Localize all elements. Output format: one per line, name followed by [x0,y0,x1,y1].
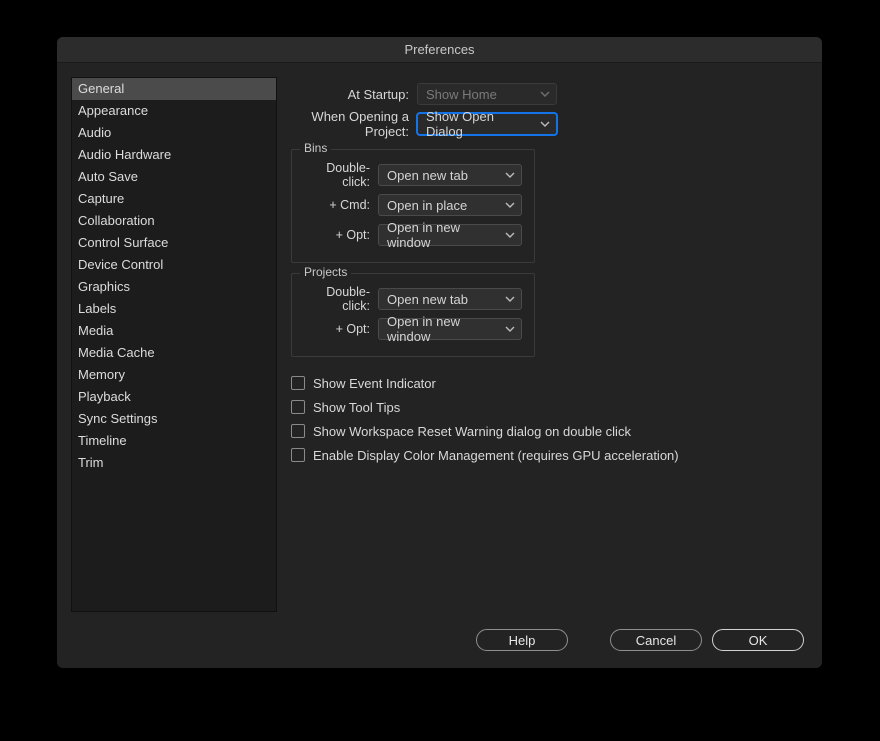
checkbox[interactable] [291,424,305,438]
bins-title: Bins [300,141,331,155]
sidebar-item-audio[interactable]: Audio [72,122,276,144]
at-startup-value: Show Home [426,87,497,102]
bins-cmd-label: + Cmd: [304,198,378,212]
bins-cmd-row: + Cmd: Open in place [304,190,522,220]
cancel-button[interactable]: Cancel [610,629,702,651]
projects-opt-dropdown[interactable]: Open in new window [378,318,522,340]
checkbox-list: Show Event Indicator Show Tool Tips Show W… [291,371,808,467]
checkbox[interactable] [291,400,305,414]
checkbox-label: Show Event Indicator [313,376,436,391]
projects-group: Projects Double-click: Open new tab + Op… [291,273,535,357]
projects-title: Projects [300,265,351,279]
preferences-window: Preferences GeneralAppearanceAudioAudio … [57,37,822,668]
bins-double-click-dropdown[interactable]: Open new tab [378,164,522,186]
checkbox-row: Show Event Indicator [291,371,808,395]
open-project-value: Show Open Dialog [426,109,534,139]
chevron-down-icon [505,230,515,240]
checkbox[interactable] [291,448,305,462]
bins-double-click-value: Open new tab [387,168,468,183]
bins-double-click-row: Double-click: Open new tab [304,160,522,190]
bins-group: Bins Double-click: Open new tab + Cmd: O… [291,149,535,263]
checkbox-row: Show Tool Tips [291,395,808,419]
sidebar-item-general[interactable]: General [72,78,276,100]
chevron-down-icon [505,200,515,210]
window-body: GeneralAppearanceAudioAudio HardwareAuto… [57,63,822,612]
checkbox-row: Show Workspace Reset Warning dialog on d… [291,419,808,443]
sidebar-item-audio-hardware[interactable]: Audio Hardware [72,144,276,166]
projects-opt-row: + Opt: Open in new window [304,314,522,344]
bins-opt-value: Open in new window [387,220,499,250]
chevron-down-icon [505,170,515,180]
sidebar-item-appearance[interactable]: Appearance [72,100,276,122]
checkbox-label: Show Workspace Reset Warning dialog on d… [313,424,631,439]
at-startup-dropdown[interactable]: Show Home [417,83,557,105]
sidebar-item-playback[interactable]: Playback [72,386,276,408]
bins-cmd-value: Open in place [387,198,467,213]
chevron-down-icon [505,294,515,304]
bins-opt-dropdown[interactable]: Open in new window [378,224,522,246]
sidebar-item-capture[interactable]: Capture [72,188,276,210]
checkbox[interactable] [291,376,305,390]
dialog-footer: Help Cancel OK [57,612,822,668]
sidebar-item-timeline[interactable]: Timeline [72,430,276,452]
bins-double-click-label: Double-click: [304,161,378,189]
bins-opt-label: + Opt: [304,228,378,242]
sidebar-item-device-control[interactable]: Device Control [72,254,276,276]
sidebar-item-media-cache[interactable]: Media Cache [72,342,276,364]
projects-double-click-label: Double-click: [304,285,378,313]
general-panel: At Startup: Show Home When Opening a Pro… [291,77,808,612]
projects-double-click-dropdown[interactable]: Open new tab [378,288,522,310]
bins-cmd-dropdown[interactable]: Open in place [378,194,522,216]
sidebar-item-graphics[interactable]: Graphics [72,276,276,298]
checkbox-row: Enable Display Color Management (require… [291,443,808,467]
sidebar-item-auto-save[interactable]: Auto Save [72,166,276,188]
sidebar-item-collaboration[interactable]: Collaboration [72,210,276,232]
projects-opt-label: + Opt: [304,322,378,336]
row-at-startup: At Startup: Show Home [291,79,808,109]
row-open-project: When Opening a Project: Show Open Dialog [291,109,808,139]
chevron-down-icon [540,89,550,99]
help-button[interactable]: Help [476,629,568,651]
checkbox-label: Show Tool Tips [313,400,400,415]
open-project-label: When Opening a Project: [291,109,417,139]
sidebar-item-memory[interactable]: Memory [72,364,276,386]
category-sidebar: GeneralAppearanceAudioAudio HardwareAuto… [71,77,277,612]
bins-opt-row: + Opt: Open in new window [304,220,522,250]
checkbox-label: Enable Display Color Management (require… [313,448,679,463]
sidebar-item-sync-settings[interactable]: Sync Settings [72,408,276,430]
window-title: Preferences [57,37,822,63]
open-project-dropdown[interactable]: Show Open Dialog [417,113,557,135]
sidebar-item-trim[interactable]: Trim [72,452,276,474]
at-startup-label: At Startup: [291,87,417,102]
sidebar-item-media[interactable]: Media [72,320,276,342]
projects-double-click-row: Double-click: Open new tab [304,284,522,314]
chevron-down-icon [540,119,550,129]
ok-button[interactable]: OK [712,629,804,651]
sidebar-item-labels[interactable]: Labels [72,298,276,320]
sidebar-item-control-surface[interactable]: Control Surface [72,232,276,254]
projects-opt-value: Open in new window [387,314,499,344]
chevron-down-icon [505,324,515,334]
projects-double-click-value: Open new tab [387,292,468,307]
